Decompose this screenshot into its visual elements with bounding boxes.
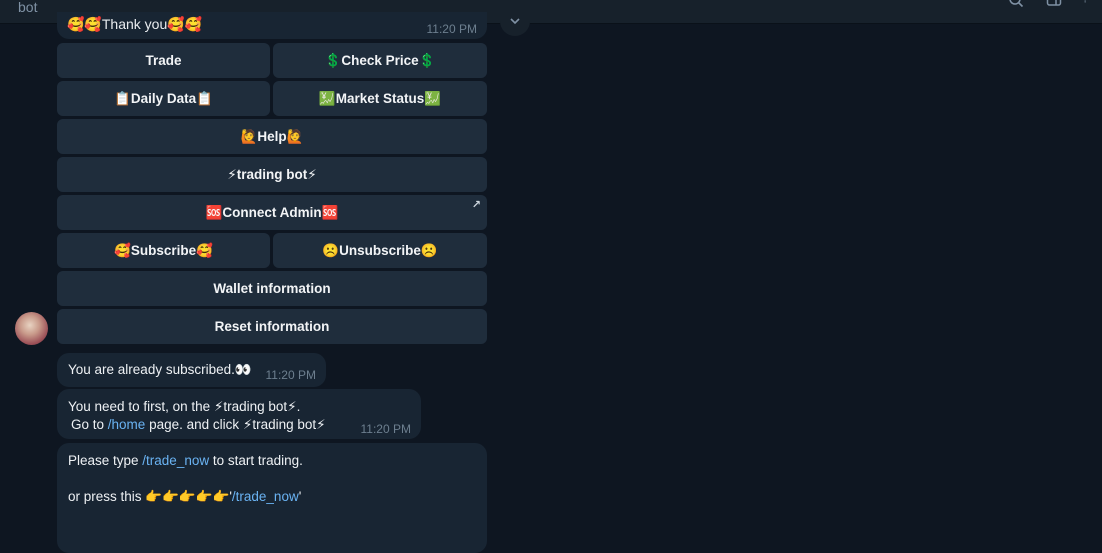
- daily-data-button[interactable]: 📋Daily Data📋: [57, 81, 270, 116]
- search-icon[interactable]: [1008, 0, 1024, 8]
- message-text: ': [298, 489, 302, 504]
- columns-icon[interactable]: [1046, 0, 1062, 8]
- message-text: page. and click ⚡trading bot⚡: [145, 417, 326, 432]
- avatar[interactable]: [15, 312, 48, 345]
- trading-bot-button[interactable]: ⚡trading bot⚡: [57, 157, 487, 192]
- connect-admin-button[interactable]: 🆘Connect Admin🆘 ↗: [57, 195, 487, 230]
- reset-information-button[interactable]: Reset information: [57, 309, 487, 344]
- message-line: or press this 👉👉👉👉👉'/trade_now': [68, 488, 303, 506]
- message-bubble-trade-now: Please type /trade_now to start trading.…: [57, 443, 487, 553]
- message-bubble-subscribed: You are already subscribed.👀 11:20 PM: [57, 353, 326, 387]
- message-text: Please type: [68, 453, 143, 468]
- trade-now-link[interactable]: /trade_now: [232, 489, 299, 504]
- message-line: Go to /home page. and click ⚡trading bot…: [68, 416, 326, 434]
- message-text: 🥰🥰Thank you🥰🥰: [67, 16, 203, 32]
- message-bubble-partial: 🥰🥰Thank you🥰🥰 11:20 PM: [57, 12, 487, 39]
- message-line: You need to first, on the ⚡trading bot⚡.: [68, 399, 301, 414]
- message-time: 11:20 PM: [426, 22, 477, 36]
- help-button[interactable]: 🙋Help🙋: [57, 119, 487, 154]
- message-text: Go to: [71, 417, 108, 432]
- connect-admin-label: 🆘Connect Admin🆘: [205, 204, 339, 220]
- subscribe-button[interactable]: 🥰Subscribe🥰: [57, 233, 270, 268]
- chat-title[interactable]: bot: [18, 0, 37, 15]
- scroll-down-icon: [510, 18, 520, 25]
- scroll-down-button[interactable]: [500, 10, 530, 36]
- message-text: to start trading.: [209, 453, 303, 468]
- trade-button[interactable]: Trade: [57, 43, 270, 78]
- message-text: or press this 👉👉👉👉👉': [68, 489, 232, 504]
- message-bubble-need-first: You need to first, on the ⚡trading bot⚡.…: [57, 389, 421, 439]
- check-price-button[interactable]: 💲Check Price💲: [273, 43, 487, 78]
- more-vertical-icon[interactable]: [1084, 0, 1090, 8]
- trade-now-link[interactable]: /trade_now: [142, 453, 209, 468]
- message-text: You are already subscribed.👀: [68, 362, 252, 377]
- home-link[interactable]: /home: [108, 417, 146, 432]
- external-link-icon: ↗: [471, 199, 481, 211]
- unsubscribe-button[interactable]: ☹️Unsubscribe☹️: [273, 233, 487, 268]
- market-status-button[interactable]: 💹Market Status💹: [273, 81, 487, 116]
- message-line: Please type /trade_now to start trading.: [68, 452, 303, 470]
- message-time: 11:20 PM: [360, 422, 411, 436]
- message-time: 11:20 PM: [265, 368, 316, 382]
- wallet-information-button[interactable]: Wallet information: [57, 271, 487, 306]
- header-actions: [1008, 0, 1090, 8]
